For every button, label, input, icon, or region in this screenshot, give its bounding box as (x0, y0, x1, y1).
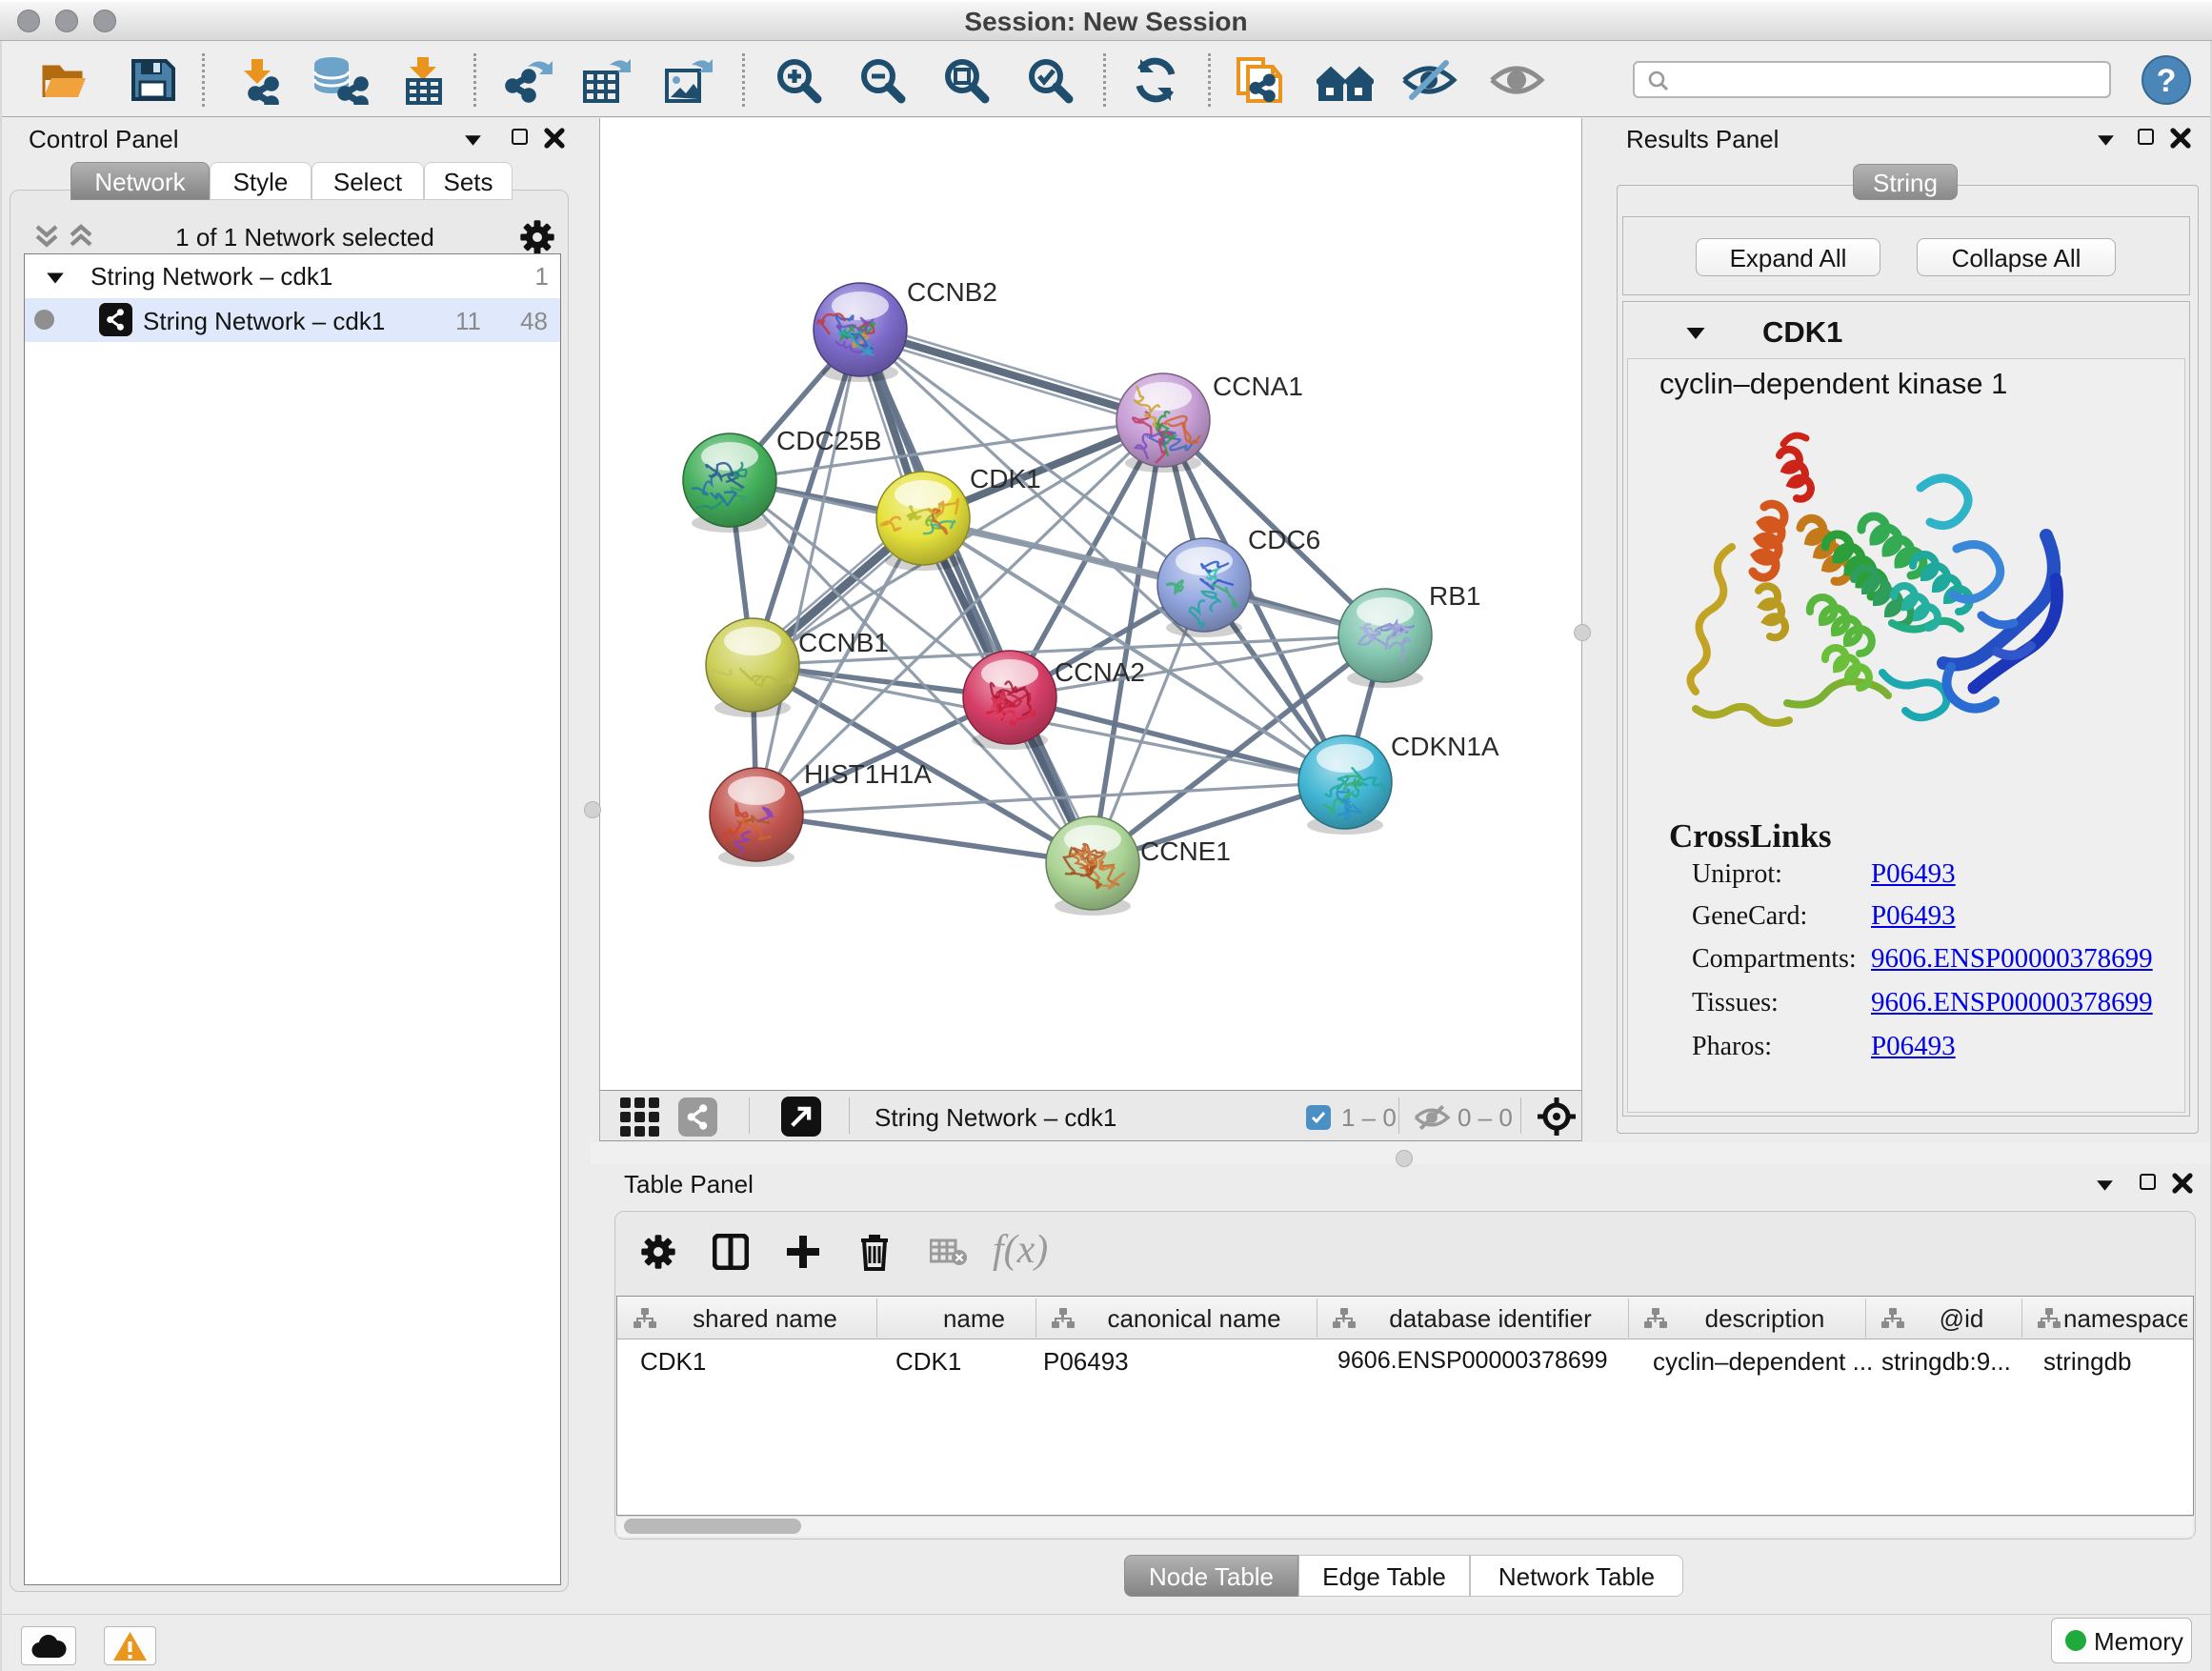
svg-text:CCNE1: CCNE1 (1140, 836, 1231, 866)
svg-text:RB1: RB1 (1429, 581, 1480, 611)
svg-text:CDC6: CDC6 (1248, 525, 1320, 554)
svg-text:CDK1: CDK1 (970, 464, 1041, 493)
svg-text:CCNA1: CCNA1 (1213, 372, 1303, 401)
svg-text:CCNB2: CCNB2 (907, 277, 997, 307)
svg-text:HIST1H1A: HIST1H1A (804, 759, 932, 789)
svg-text:CDC25B: CDC25B (776, 426, 881, 455)
svg-text:CCNB1: CCNB1 (798, 628, 889, 657)
svg-text:CCNA2: CCNA2 (1055, 657, 1145, 687)
svg-text:CDKN1A: CDKN1A (1391, 732, 1499, 761)
